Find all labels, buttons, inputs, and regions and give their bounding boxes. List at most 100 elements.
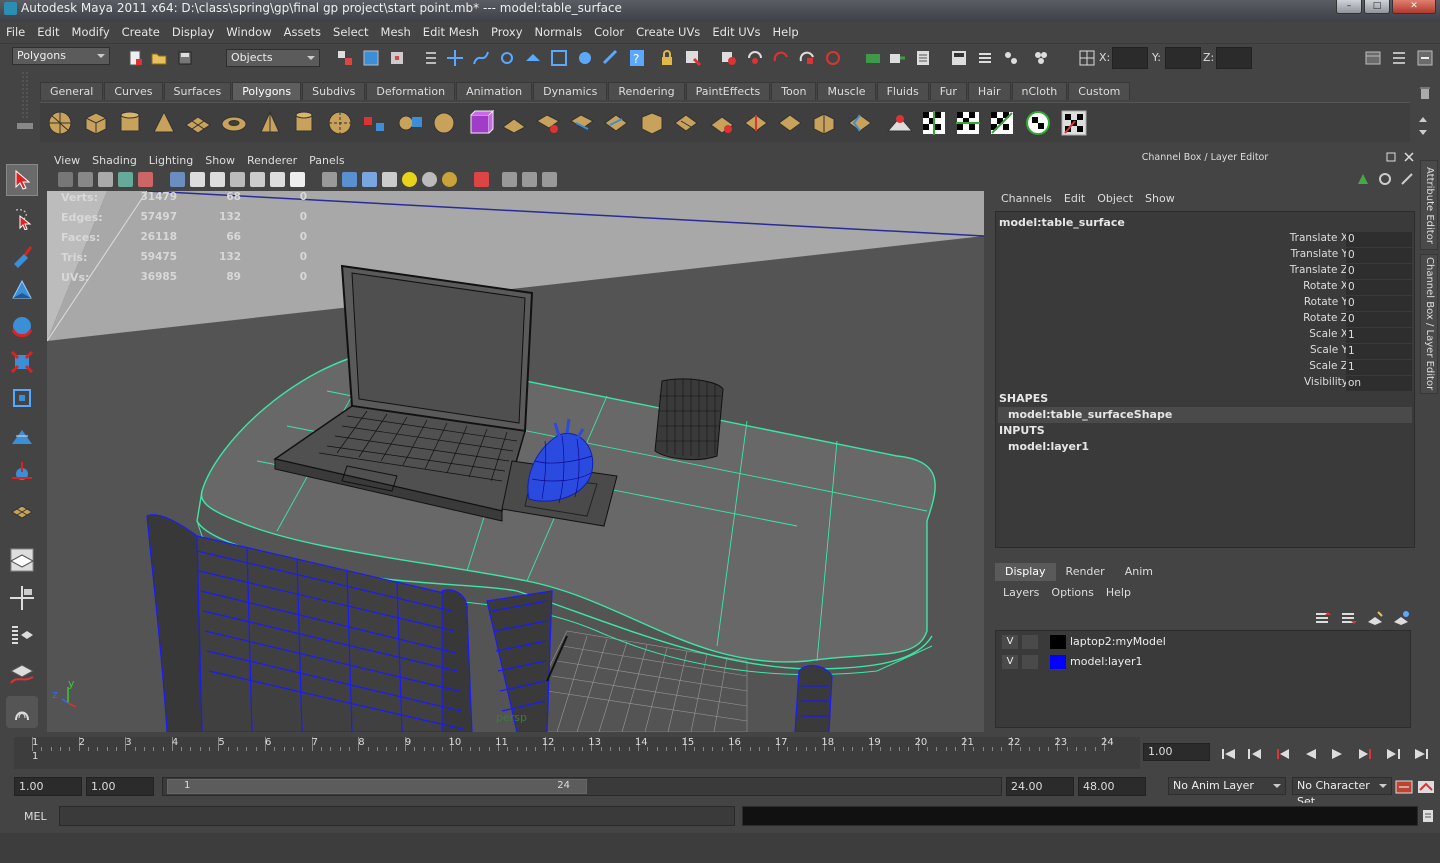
y-coordinate-field[interactable] <box>1165 47 1201 69</box>
split-polygon-icon[interactable] <box>602 109 630 137</box>
maximize-button[interactable]: □ <box>1364 0 1390 14</box>
channel-box-menu-edit[interactable]: Edit <box>1058 192 1091 205</box>
menu-proxy[interactable]: Proxy <box>485 25 529 39</box>
append-polygon-icon[interactable] <box>568 109 596 137</box>
grid-toggle-icon[interactable] <box>170 172 185 187</box>
move-layer-down-icon[interactable] <box>1338 607 1360 629</box>
show-manipulator-icon[interactable] <box>6 456 38 488</box>
insert-edge-loop-icon[interactable] <box>638 109 666 137</box>
last-tool-icon[interactable] <box>6 496 38 528</box>
attr-translate-y[interactable]: Translate Y0 <box>996 248 1416 264</box>
combine-icon[interactable] <box>360 109 388 137</box>
render-settings-icon[interactable] <box>796 47 818 69</box>
animation-preferences-icon[interactable] <box>1416 777 1436 796</box>
menu-display[interactable]: Display <box>166 25 220 39</box>
shelf-tab-polygons[interactable]: Polygons <box>232 82 302 100</box>
layer-row[interactable]: V laptop2:myModel <box>1000 633 1408 651</box>
attr-value[interactable]: on <box>1346 376 1412 391</box>
shelf-tab-toon[interactable]: Toon <box>771 82 817 100</box>
camera-attributes-icon[interactable] <box>78 172 93 187</box>
attr-value[interactable]: 0 <box>1346 264 1412 279</box>
backface-culling-icon[interactable] <box>542 172 557 187</box>
smooth-proxy-icon[interactable] <box>466 109 495 137</box>
channel-box-menu-show[interactable]: Show <box>1139 192 1181 205</box>
lasso-tool-icon[interactable] <box>6 202 38 234</box>
layer-tab-anim[interactable]: Anim <box>1115 563 1163 581</box>
open-scene-icon[interactable] <box>148 47 170 69</box>
move-layer-up-icon[interactable] <box>1312 607 1334 629</box>
step-back-frame-icon[interactable] <box>1244 745 1266 763</box>
channel-box-menu-object[interactable]: Object <box>1091 192 1139 205</box>
menu-mesh[interactable]: Mesh <box>375 25 417 39</box>
shelf-menu-icon[interactable] <box>14 112 36 134</box>
shelf-tab-rendering[interactable]: Rendering <box>608 82 685 100</box>
layer-visibility-toggle[interactable]: V <box>1002 635 1018 649</box>
range-slider-handle[interactable]: 1 24 <box>167 779 587 794</box>
resolution-gate-icon[interactable] <box>210 172 225 187</box>
viewport-menu-panels[interactable]: Panels <box>303 154 350 167</box>
layer-menu-help[interactable]: Help <box>1100 586 1137 599</box>
transform-mode-icon[interactable] <box>1076 47 1098 69</box>
poke-icon[interactable] <box>846 109 874 137</box>
hypershade-layout-icon[interactable] <box>6 696 38 728</box>
shelf-tab-surfaces[interactable]: Surfaces <box>163 82 232 100</box>
snap-point-icon[interactable] <box>496 47 518 69</box>
play-backwards-icon[interactable] <box>1300 745 1322 763</box>
step-back-key-icon[interactable] <box>1272 745 1294 763</box>
wireframe-on-shaded-icon[interactable] <box>362 172 377 187</box>
go-to-end-icon[interactable] <box>1410 745 1432 763</box>
persp-graph-layout-icon[interactable] <box>6 658 38 690</box>
poly-cube-icon[interactable] <box>82 109 110 137</box>
menu-modify[interactable]: Modify <box>66 25 116 39</box>
attr-rotate-z[interactable]: Rotate Z0 <box>996 312 1416 328</box>
four-pane-layout-icon[interactable] <box>6 582 38 614</box>
help-line-icon[interactable]: ? <box>626 47 648 69</box>
script-editor-icon[interactable] <box>1420 806 1436 826</box>
poly-cylinder-icon[interactable] <box>116 109 144 137</box>
attr-value[interactable]: 0 <box>1346 296 1412 311</box>
play-forwards-icon[interactable] <box>1326 745 1348 763</box>
viewport-menu-lighting[interactable]: Lighting <box>143 154 199 167</box>
shelf-tab-subdivs[interactable]: Subdivs <box>302 82 366 100</box>
field-chart-icon[interactable] <box>250 172 265 187</box>
paint-select-tool-icon[interactable] <box>6 240 38 272</box>
channel-box-side-tab[interactable]: Channel Box / Layer Editor <box>1420 254 1438 394</box>
soft-modification-icon[interactable] <box>6 420 38 452</box>
xray-joints-icon[interactable] <box>522 172 537 187</box>
snap-plane-icon[interactable] <box>522 47 544 69</box>
smooth-shading-icon[interactable] <box>342 172 357 187</box>
collapse-icon[interactable] <box>776 109 804 137</box>
shelf-tab-hair[interactable]: Hair <box>967 82 1011 100</box>
current-time-field[interactable]: 1.00 <box>1143 743 1210 761</box>
modeling-toolkit-icon[interactable] <box>1030 47 1052 69</box>
bookmark-icon[interactable] <box>98 172 113 187</box>
gate-mask-icon[interactable] <box>230 172 245 187</box>
single-pane-layout-icon[interactable] <box>6 544 38 576</box>
layer-name[interactable]: model:layer1 <box>1070 655 1143 668</box>
camera-select-icon[interactable] <box>58 172 73 187</box>
menu-assets[interactable]: Assets <box>278 25 327 39</box>
snap-view-icon[interactable] <box>574 47 596 69</box>
shelf-tab-curves[interactable]: Curves <box>104 82 163 100</box>
uv-texture-editor-icon[interactable] <box>1060 109 1088 137</box>
textured-icon[interactable] <box>382 172 397 187</box>
playback-start-time-field[interactable]: 1.00 <box>86 777 154 796</box>
merge-icon[interactable] <box>742 109 770 137</box>
panel-float-icon[interactable] <box>1384 150 1398 164</box>
tool-settings-icon[interactable] <box>948 47 970 69</box>
menu-color[interactable]: Color <box>588 25 630 39</box>
poly-sphere-icon[interactable] <box>46 109 74 137</box>
menu-normals[interactable]: Normals <box>529 25 589 39</box>
poly-prism-icon[interactable] <box>256 109 284 137</box>
menu-create[interactable]: Create <box>116 25 166 39</box>
attr-translate-x[interactable]: Translate X0 <box>996 232 1416 248</box>
offset-edge-loop-icon[interactable] <box>672 109 700 137</box>
viewport-menu-show[interactable]: Show <box>199 154 241 167</box>
layer-tab-display[interactable]: Display <box>995 563 1056 581</box>
poly-pipe-icon[interactable] <box>290 109 318 137</box>
outliner-toggle-icon[interactable] <box>1000 47 1022 69</box>
selection-mask-icon[interactable] <box>682 47 704 69</box>
snap-grid-icon[interactable] <box>444 47 466 69</box>
shelf-tab-deformation[interactable]: Deformation <box>366 82 456 100</box>
menu-create-uvs[interactable]: Create UVs <box>630 25 706 39</box>
